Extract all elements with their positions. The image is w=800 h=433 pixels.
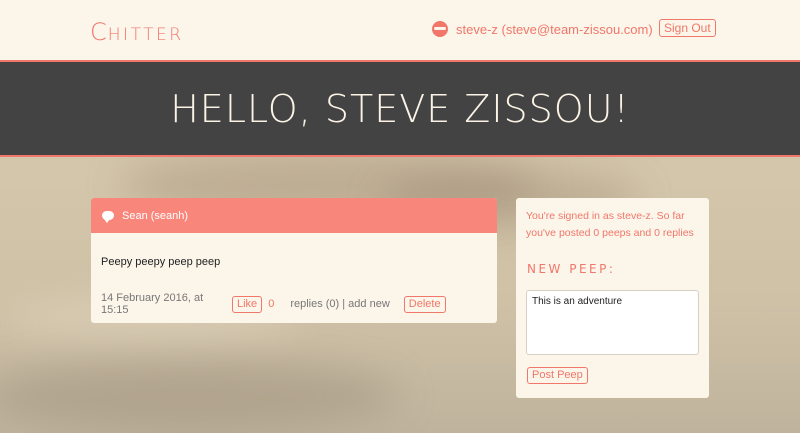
sign-out-button[interactable]: Sign Out (659, 19, 716, 37)
peep-author: Sean (seanh) (122, 209, 189, 222)
background-cloud (0, 360, 400, 430)
delete-button[interactable]: Delete (403, 295, 446, 313)
top-bar: CHITTER steve-z (steve@team-zissou.com) … (0, 0, 800, 60)
replies-link[interactable]: replies (0) | add new (290, 298, 389, 310)
like-button[interactable]: Like (232, 295, 263, 313)
page-title: HELLO, STEVE ZISSOU! (170, 86, 630, 131)
peep-card: Sean (seanh) Peepy peepy peep peep 14 Fe… (91, 198, 497, 323)
post-peep-button[interactable]: Post Peep (527, 367, 588, 384)
user-avatar-icon (432, 21, 448, 37)
signed-in-status: You're signed in as steve-z. So far you'… (526, 210, 694, 239)
peep-timestamp: 14 February 2016, at 15:15 (101, 292, 204, 316)
sidebar-panel: You're signed in as steve-z. So far you'… (516, 198, 709, 398)
peep-text: Peepy peepy peep peep (101, 256, 221, 268)
user-info: steve-z (steve@team-zissou.com) (432, 20, 653, 38)
peep-header: Sean (seanh) (91, 198, 497, 233)
new-peep-heading: NEW PEEP: (527, 262, 616, 276)
new-peep-input[interactable]: This is an adventure (526, 290, 699, 355)
logo-rest: HITTER (107, 25, 184, 45)
peep-meta: 14 February 2016, at 15:15 Like 0 replie… (101, 292, 491, 316)
logo-initial: C (90, 18, 108, 46)
app-logo[interactable]: CHITTER (90, 18, 184, 46)
like-count: 0 (268, 298, 275, 310)
speech-bubble-icon (102, 211, 114, 223)
hero-banner: HELLO, STEVE ZISSOU! (0, 60, 800, 157)
user-label: steve-z (steve@team-zissou.com) (456, 21, 653, 37)
